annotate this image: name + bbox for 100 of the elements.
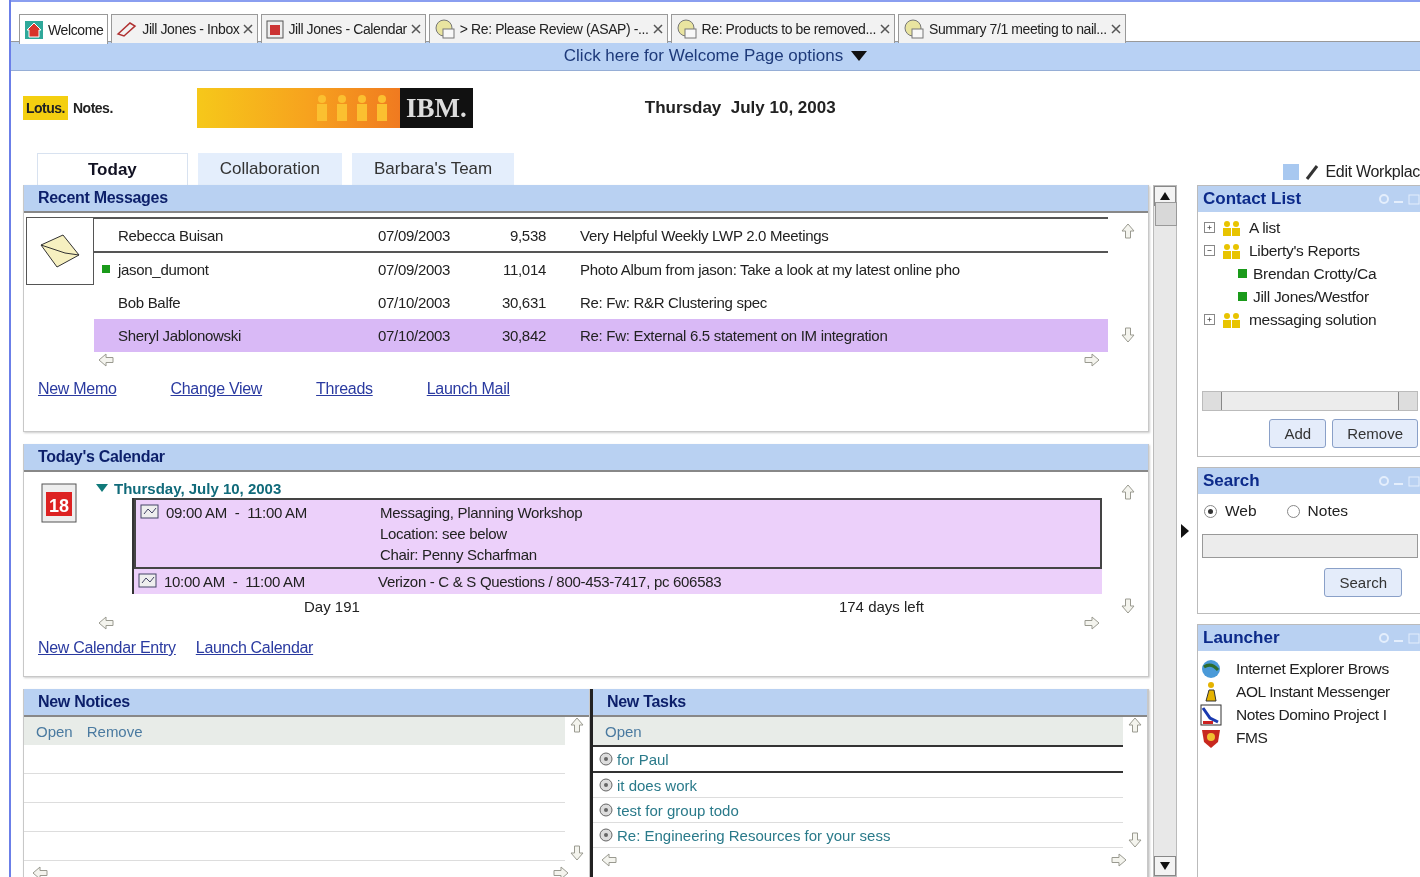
document-tab[interactable]: Welcome bbox=[19, 14, 109, 44]
search-field[interactable] bbox=[1202, 534, 1418, 558]
arrow-icon[interactable] bbox=[569, 845, 585, 861]
document-tab[interactable]: > Re: Please Review (ASAP) -... bbox=[428, 14, 668, 43]
document-tab[interactable]: Jill Jones - Inbox bbox=[111, 14, 259, 43]
arrow-icon[interactable] bbox=[1127, 832, 1143, 848]
page-tab[interactable]: Today bbox=[37, 153, 188, 185]
contact-group[interactable]: messaging solution bbox=[1204, 308, 1420, 331]
mail-link[interactable]: Change View bbox=[170, 380, 263, 398]
mail-link[interactable]: Threads bbox=[316, 380, 373, 398]
entry-text: Chair: Penny Scharfman bbox=[380, 545, 538, 565]
collapse-icon[interactable] bbox=[1204, 245, 1215, 256]
launcher-item[interactable]: AOL Instant Messenger bbox=[1198, 680, 1420, 703]
time-range: 10:00 AM - 11:00 AM bbox=[164, 572, 306, 592]
mail-link[interactable]: Launch Mail bbox=[426, 380, 510, 398]
document-tab[interactable]: Summary 7/1 meeting to nail... bbox=[897, 14, 1126, 43]
brand-logo: Lotus. bbox=[23, 96, 68, 120]
document-icon bbox=[433, 18, 456, 40]
document-tab[interactable]: Jill Jones - Calendar bbox=[261, 14, 426, 43]
contact-button[interactable]: Add bbox=[1269, 419, 1327, 448]
search-button[interactable]: Search bbox=[1324, 568, 1402, 597]
close-icon[interactable] bbox=[879, 24, 890, 34]
message-subject: Re: Fw: External 6.5 statement on IM integration bbox=[580, 326, 889, 344]
message-subject: Photo Album from jason: Take a look at my latest online pho bbox=[580, 260, 961, 278]
panel-title: Search bbox=[1203, 471, 1260, 491]
current-date: Thursday July 10, 2003 bbox=[644, 98, 836, 118]
search-scope-radio[interactable]: Web bbox=[1204, 502, 1257, 520]
scroll-thumb[interactable] bbox=[1155, 202, 1177, 226]
pencil-icon bbox=[1305, 164, 1320, 180]
contact-item[interactable]: Brendan Crotty/Ca bbox=[1204, 262, 1420, 285]
notice-action[interactable]: Remove bbox=[86, 722, 143, 740]
message-date: 07/09/2003 bbox=[378, 260, 452, 278]
day-number: Day 191 bbox=[304, 598, 360, 615]
close-icon[interactable] bbox=[410, 24, 421, 34]
arrow-icon[interactable] bbox=[32, 865, 48, 877]
arrow-icon[interactable] bbox=[1084, 615, 1100, 631]
expand-caret-icon bbox=[96, 484, 108, 492]
message-size: 30,842 bbox=[500, 326, 547, 344]
scroll-down-icon[interactable] bbox=[1160, 862, 1170, 870]
welcome-options-link[interactable]: Click here for Welcome Page options bbox=[563, 46, 844, 66]
task-item[interactable]: test for group todo bbox=[593, 798, 1123, 823]
contact-group[interactable]: Liberty's Reports bbox=[1204, 239, 1420, 262]
task-item[interactable]: it does work bbox=[593, 773, 1123, 798]
page-tab[interactable]: Collaboration bbox=[197, 153, 342, 185]
sender-name: jason_dumont bbox=[118, 260, 210, 278]
calendar-icon: 18 bbox=[38, 480, 80, 526]
edit-workplace-link[interactable]: Edit Workplac bbox=[1325, 163, 1420, 181]
arrow-icon[interactable] bbox=[1084, 352, 1100, 368]
arrow-icon[interactable] bbox=[1120, 327, 1136, 343]
close-icon[interactable] bbox=[243, 24, 254, 34]
collapse-arrow-icon[interactable] bbox=[1181, 524, 1189, 538]
task-icon bbox=[599, 803, 613, 817]
arrow-icon[interactable] bbox=[1120, 598, 1136, 614]
arrow-icon[interactable] bbox=[553, 865, 569, 877]
arrow-icon[interactable] bbox=[1127, 717, 1143, 733]
close-icon[interactable] bbox=[1110, 24, 1121, 34]
launcher-item[interactable]: Internet Explorer Brows bbox=[1198, 657, 1420, 680]
scroll-up-icon[interactable] bbox=[1160, 192, 1170, 200]
day-heading[interactable]: Thursday, July 10, 2003 bbox=[96, 478, 1108, 498]
arrow-icon[interactable] bbox=[1111, 852, 1127, 868]
sender-name: Rebecca Buisan bbox=[118, 226, 225, 244]
arrow-icon[interactable] bbox=[1120, 223, 1136, 239]
task-item[interactable]: Re: Engineering Resources for your sess bbox=[593, 823, 1123, 848]
message-row[interactable]: Rebecca Buisan 07/09/2003 9,538 Very Helpful Weekly LWP 2.0 Meetings bbox=[94, 217, 1108, 253]
mail-link[interactable]: New Memo bbox=[38, 380, 117, 398]
arrow-icon[interactable] bbox=[98, 615, 114, 631]
arrow-icon[interactable] bbox=[98, 352, 114, 368]
arrow-icon[interactable] bbox=[1120, 484, 1136, 500]
calendar-link[interactable]: New Calendar Entry bbox=[38, 639, 176, 657]
pen-icon bbox=[116, 20, 139, 38]
caret-icon[interactable] bbox=[851, 51, 868, 61]
message-size: 30,631 bbox=[500, 293, 547, 311]
message-subject: Very Helpful Weekly LWP 2.0 Meetings bbox=[580, 226, 830, 244]
task-action[interactable]: Open bbox=[605, 722, 642, 740]
message-row[interactable]: Bob Balfe 07/10/2003 30,631 Re: Fw: R&R Clustering spec bbox=[94, 286, 1108, 319]
close-icon[interactable] bbox=[652, 24, 663, 34]
calendar-link[interactable]: Launch Calendar bbox=[195, 639, 314, 657]
vertical-scrollbar[interactable] bbox=[1153, 185, 1177, 877]
document-tab[interactable]: Re: Products to be removed... bbox=[670, 14, 895, 43]
task-item[interactable]: for Paul bbox=[593, 745, 1123, 773]
launcher-item[interactable]: FMS bbox=[1198, 726, 1420, 749]
panel-title: Recent Messages bbox=[24, 185, 1148, 213]
message-row[interactable]: Sheryl Jablonowski 07/10/2003 30,842 Re: Fw: External 6.5 statement on IM integration bbox=[94, 319, 1108, 352]
notice-action[interactable]: Open bbox=[36, 722, 73, 740]
page-tab[interactable]: Barbara's Team bbox=[352, 153, 515, 185]
expand-icon[interactable] bbox=[1204, 314, 1215, 325]
contact-group[interactable]: A list bbox=[1204, 216, 1420, 239]
calendar-entry[interactable]: 10:00 AM - 11:00 AM Verizon - C & S Questions / 800-453-7417, pc 606583 bbox=[134, 569, 1102, 594]
launcher-item[interactable]: Notes Domino Project I bbox=[1198, 703, 1420, 726]
arrow-icon[interactable] bbox=[569, 717, 585, 733]
search-scope-radio[interactable]: Notes bbox=[1286, 502, 1349, 520]
message-row[interactable]: jason_dumont 07/09/2003 11,014 Photo Album from jason: Take a look at my latest online pho bbox=[94, 253, 1108, 286]
time-range: 09:00 AM - 11:00 AM bbox=[166, 503, 308, 523]
calendar-entry[interactable]: 09:00 AM - 11:00 AM Messaging, Planning Workshop Location: see below Chair: Penny Scharfman bbox=[134, 498, 1102, 569]
contact-button[interactable]: Remove bbox=[1332, 419, 1418, 448]
message-size: 11,014 bbox=[502, 260, 547, 278]
arrow-icon[interactable] bbox=[601, 852, 617, 868]
horizontal-scrollbar[interactable] bbox=[1202, 391, 1418, 411]
contact-item[interactable]: Jill Jones/Westfor bbox=[1204, 285, 1420, 308]
expand-icon[interactable] bbox=[1204, 222, 1215, 233]
